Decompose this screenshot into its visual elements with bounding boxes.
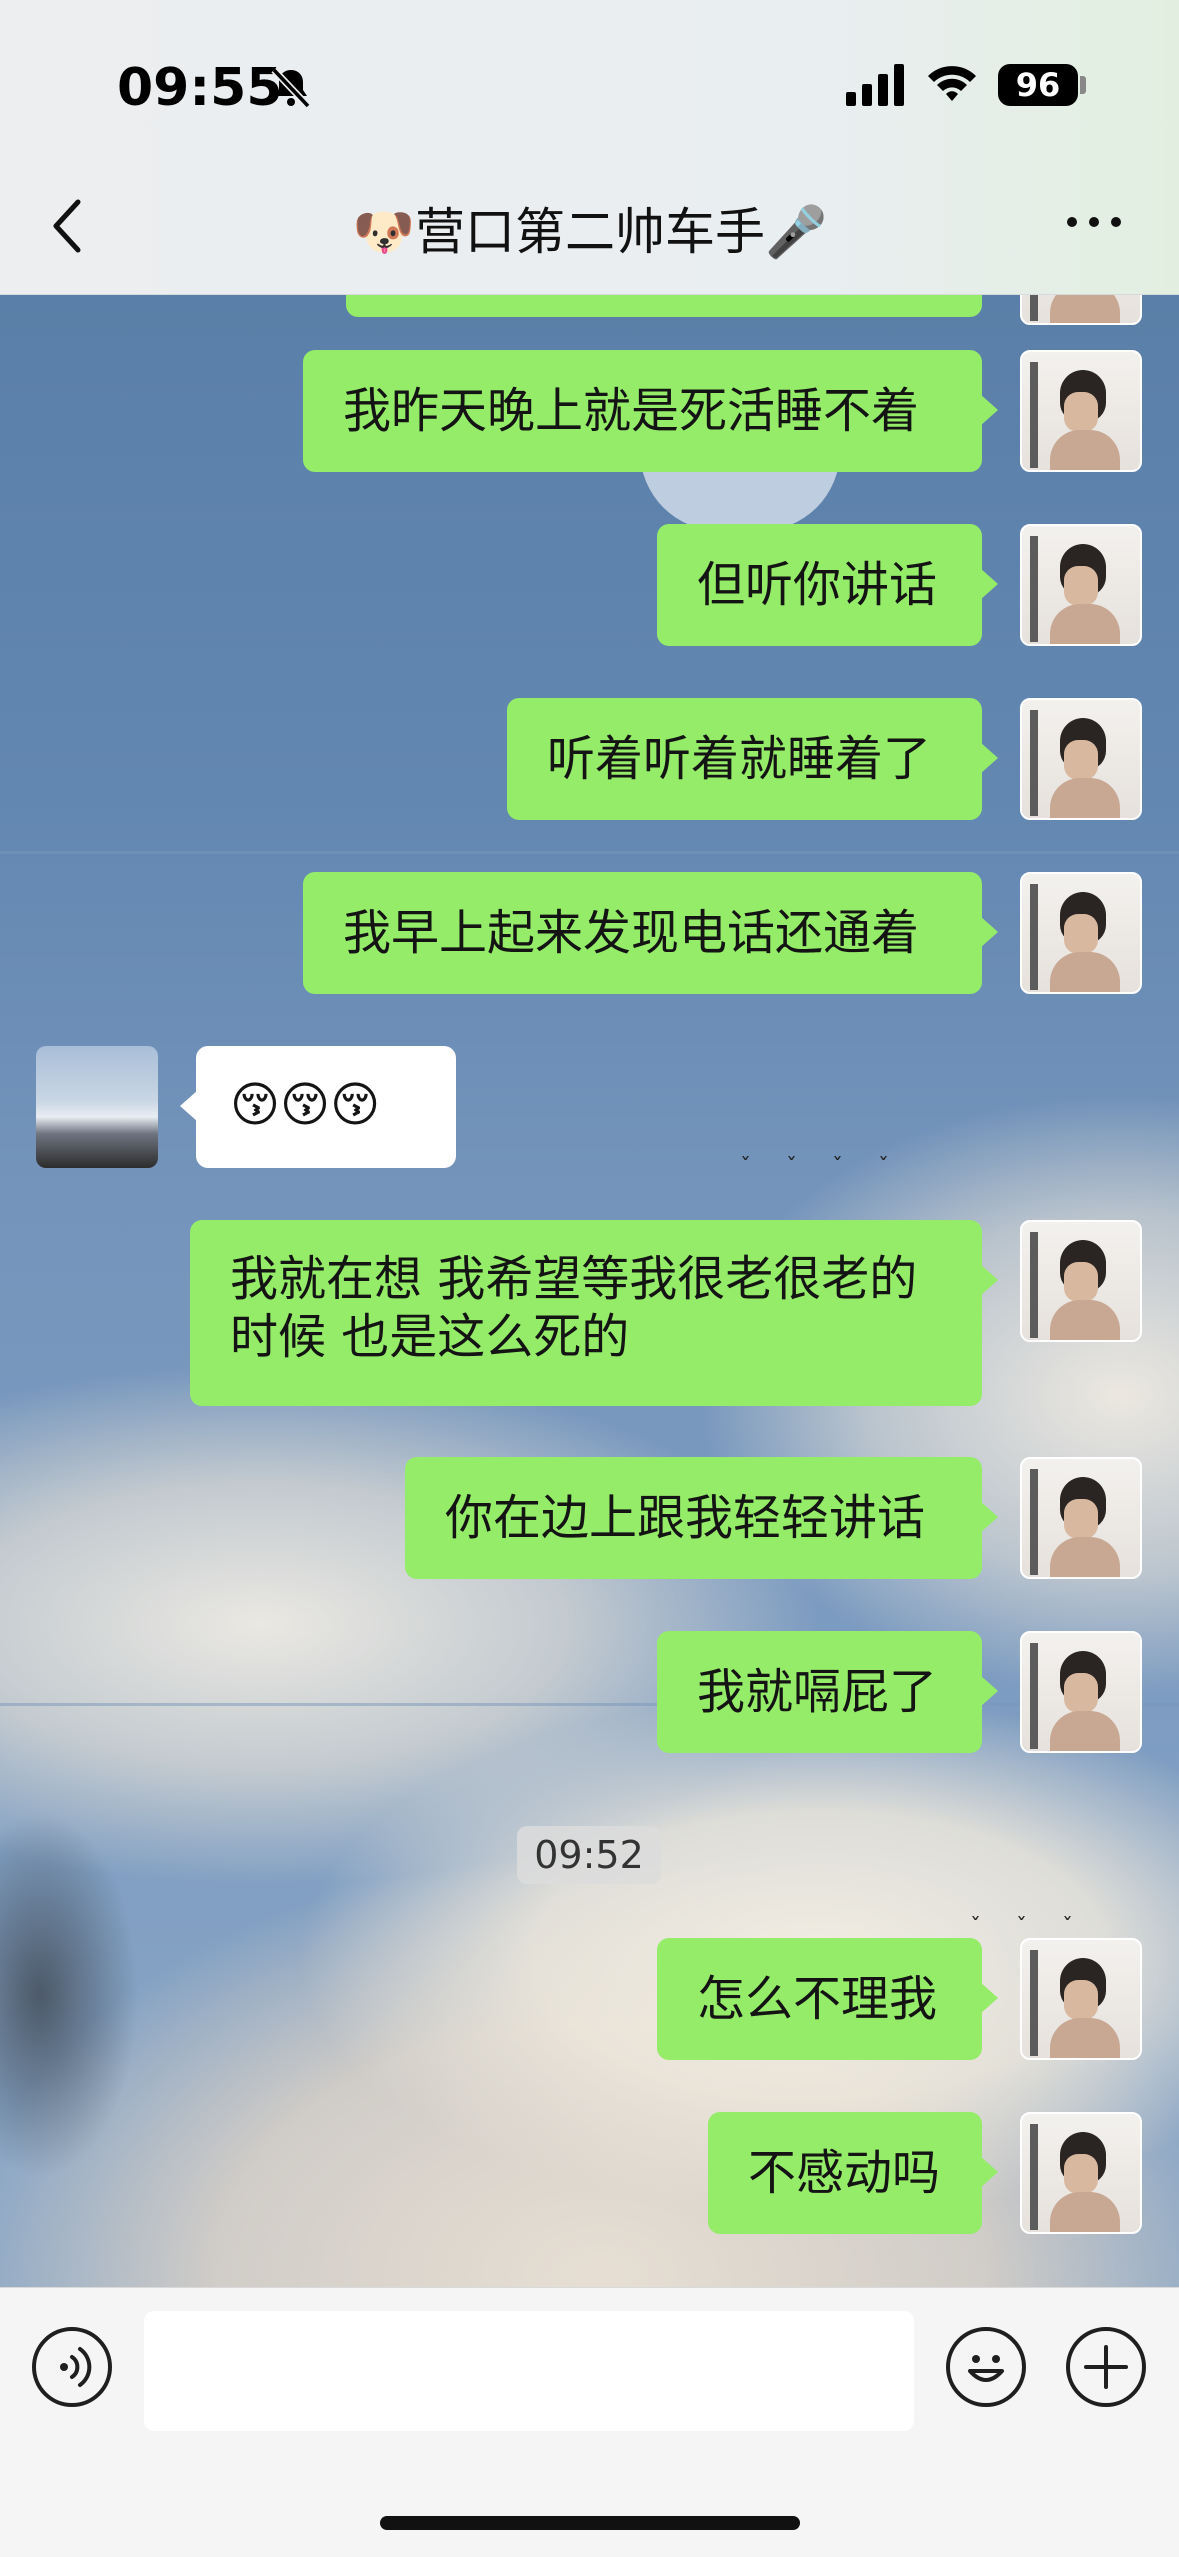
chevron-left-icon[interactable] xyxy=(48,196,88,256)
message-bubble-clipped[interactable] xyxy=(346,295,982,317)
chat-title: 🐶营口第二帅车手🎤 xyxy=(352,203,828,261)
top-bar: 09:55 96 🐶营口第二帅车手🎤 xyxy=(0,0,1179,295)
my-avatar[interactable] xyxy=(1020,524,1142,646)
emoji-button[interactable] xyxy=(946,2327,1026,2407)
my-message-bubble[interactable]: 不感动吗 xyxy=(708,2112,998,2234)
signal-icon xyxy=(846,64,904,106)
emoji-icon xyxy=(968,2355,1004,2382)
my-message-bubble[interactable]: 我就嗝屁了 xyxy=(657,1631,998,1753)
my-message-bubble[interactable]: 我就在想 我希望等我很老很老的时候 也是这么死的 xyxy=(190,1220,998,1406)
wallpaper-birds: ˇ ˇ ˇ ˇ xyxy=(740,1155,903,1180)
my-message-bubble[interactable]: 听着听着就睡着了 xyxy=(507,698,998,820)
my-message-bubble[interactable]: 但听你讲话 xyxy=(657,524,998,646)
plus-icon xyxy=(1084,2345,1128,2389)
wifi-icon xyxy=(928,66,976,101)
bell-slash-icon xyxy=(271,67,311,109)
my-avatar[interactable] xyxy=(1020,2112,1142,2234)
wallpaper-birds: ˇ ˇ ˇ xyxy=(970,1915,1087,1940)
contact-avatar[interactable] xyxy=(36,1046,158,1168)
wallpaper-seam xyxy=(0,851,1179,854)
contact-message-bubble[interactable]: 😚😚😚 xyxy=(180,1046,456,1168)
voice-button[interactable] xyxy=(32,2327,112,2407)
home-indicator[interactable] xyxy=(380,2516,800,2530)
input-bar xyxy=(0,2287,1179,2557)
more-dots-icon[interactable] xyxy=(1064,212,1124,232)
my-message-bubble[interactable]: 我昨天晚上就是死活睡不着 xyxy=(303,350,998,472)
my-avatar[interactable] xyxy=(1020,1220,1142,1342)
status-time: 09:55 xyxy=(117,58,283,118)
my-avatar[interactable] xyxy=(1020,698,1142,820)
my-avatar[interactable] xyxy=(1020,872,1142,994)
chat-area[interactable]: ˇ ˇ ˇ ˇ ˇ ˇ ˇ 我昨天晚上就是死活睡不着 但听你讲话 听着听着就睡着… xyxy=(0,295,1179,2287)
my-message-bubble[interactable]: 我早上起来发现电话还通着 xyxy=(303,872,998,994)
plus-button[interactable] xyxy=(1066,2327,1146,2407)
voice-icon xyxy=(60,2347,92,2387)
battery-indicator: 96 xyxy=(998,64,1078,106)
my-avatar[interactable] xyxy=(1020,1457,1142,1579)
message-input[interactable] xyxy=(144,2311,914,2431)
my-avatar[interactable] xyxy=(1020,295,1142,325)
my-message-bubble[interactable]: 怎么不理我 xyxy=(657,1938,998,2060)
my-message-bubble[interactable]: 你在边上跟我轻轻讲话 xyxy=(405,1457,998,1579)
wallpaper-branch xyxy=(0,1795,260,2287)
wallpaper-seam xyxy=(0,1703,1179,1706)
battery-tip xyxy=(1080,76,1086,94)
my-avatar[interactable] xyxy=(1020,350,1142,472)
my-avatar[interactable] xyxy=(1020,1938,1142,2060)
my-avatar[interactable] xyxy=(1020,1631,1142,1753)
message-timestamp: 09:52 xyxy=(517,1826,661,1884)
